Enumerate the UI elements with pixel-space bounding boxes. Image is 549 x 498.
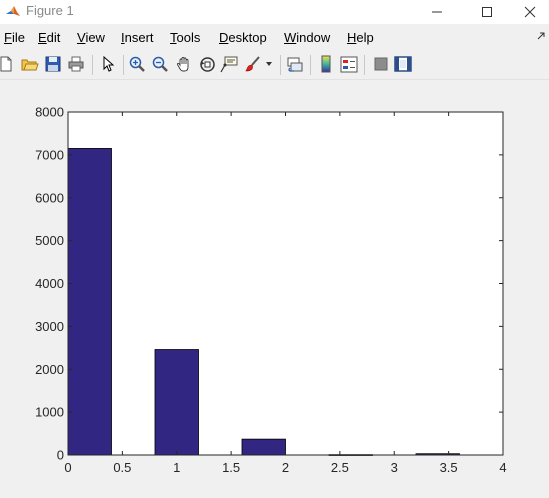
x-tick-label: 0.5 — [113, 460, 131, 475]
print-button[interactable] — [66, 54, 86, 74]
axes-background — [68, 112, 503, 455]
x-tick-label: 3 — [391, 460, 398, 475]
open-file-button[interactable] — [20, 54, 40, 74]
insert-legend-icon — [340, 56, 358, 72]
insert-legend-button[interactable] — [339, 54, 359, 74]
y-tick-label: 8000 — [35, 105, 64, 120]
open-file-icon — [21, 59, 39, 71]
show-plot-tools-button[interactable] — [393, 54, 413, 74]
menu-tools[interactable]: Tools — [170, 30, 200, 45]
zoom-in-icon — [129, 56, 145, 72]
hide-plot-tools-icon — [374, 57, 388, 71]
data-cursor-icon — [220, 56, 238, 72]
pan-button[interactable] — [174, 54, 194, 74]
new-figure-button[interactable] — [0, 54, 16, 74]
maximize-icon — [482, 7, 492, 17]
y-tick-label: 0 — [57, 448, 64, 463]
menu-view[interactable]: View — [77, 30, 105, 45]
y-tick-label: 2000 — [35, 362, 64, 377]
brush-dropdown-icon — [266, 62, 272, 66]
y-tick-label: 6000 — [35, 190, 64, 205]
y-tick-label: 7000 — [35, 147, 64, 162]
matlab-logo-icon — [5, 3, 21, 19]
zoom-out-button[interactable] — [150, 54, 170, 74]
menu-window[interactable]: Window — [284, 30, 330, 45]
rotate-3d-button[interactable] — [197, 54, 217, 74]
bar[interactable] — [67, 148, 112, 456]
rotate-3d-icon — [199, 56, 215, 72]
save-icon — [45, 56, 61, 72]
close-icon — [524, 6, 536, 18]
brush-button[interactable] — [243, 54, 263, 74]
x-tick-label: 3.5 — [440, 460, 458, 475]
menu-insert[interactable]: Insert — [121, 30, 154, 45]
menu-edit[interactable]: Edit — [38, 30, 60, 45]
hide-plot-tools-button[interactable] — [371, 54, 391, 74]
minimize-button[interactable] — [414, 0, 460, 24]
brush-dropdown-button[interactable] — [263, 54, 275, 74]
maximize-button[interactable] — [464, 0, 510, 24]
pan-hand-icon — [176, 56, 188, 71]
brush-icon — [245, 55, 260, 71]
toolbar — [0, 51, 549, 80]
bar-chart[interactable]: 0 0.5 1 1.5 2 2.5 3 3.5 4 0 1000 2000 3000 4000 5000 60… — [0, 80, 549, 495]
menu-help[interactable]: Help — [347, 30, 374, 45]
zoom-in-button[interactable] — [127, 54, 147, 74]
toolbar-separator — [310, 55, 311, 75]
minimize-icon — [432, 11, 442, 13]
title-bar: Figure 1 — [0, 0, 549, 24]
edit-plot-arrow-icon — [103, 56, 115, 72]
y-tick-label: 4000 — [35, 276, 64, 291]
data-cursor-button[interactable] — [219, 54, 239, 74]
figure-canvas: 0 0.5 1 1.5 2 2.5 3 3.5 4 0 1000 2000 3000 4000 5000 60… — [0, 80, 549, 495]
insert-colorbar-button[interactable] — [316, 54, 336, 74]
new-figure-icon — [0, 56, 12, 72]
toolbar-separator — [123, 55, 124, 75]
zoom-out-icon — [152, 56, 168, 72]
x-tick-label: 2.5 — [331, 460, 349, 475]
menu-file[interactable]: File — [4, 30, 25, 45]
menu-desktop[interactable]: Desktop — [219, 30, 267, 45]
x-tick-label: 4 — [499, 460, 506, 475]
edit-plot-button[interactable] — [98, 54, 118, 74]
save-button[interactable] — [43, 54, 63, 74]
x-tick-label: 2 — [282, 460, 289, 475]
link-plot-button[interactable] — [285, 54, 305, 74]
window-title: Figure 1 — [26, 3, 74, 18]
bar[interactable] — [241, 438, 286, 456]
bar[interactable] — [154, 349, 199, 456]
y-tick-label: 3000 — [35, 319, 64, 334]
y-tick-label: 5000 — [35, 233, 64, 248]
print-icon — [68, 56, 84, 72]
menu-bar: File Edit View Insert Tools Desktop Wind… — [0, 26, 549, 48]
toolbar-separator — [92, 55, 93, 75]
x-tick-label: 0 — [64, 460, 71, 475]
x-tick-label: 1 — [173, 460, 180, 475]
toolbar-separator — [280, 55, 281, 75]
x-tick-label: 1.5 — [222, 460, 240, 475]
close-button[interactable] — [511, 0, 549, 24]
toolbar-separator — [364, 55, 365, 75]
dock-arrow-icon[interactable] — [536, 31, 546, 41]
y-tick-label: 1000 — [35, 405, 64, 420]
link-plot-icon — [287, 57, 303, 72]
insert-colorbar-icon — [321, 55, 331, 73]
show-plot-tools-icon — [394, 56, 412, 72]
